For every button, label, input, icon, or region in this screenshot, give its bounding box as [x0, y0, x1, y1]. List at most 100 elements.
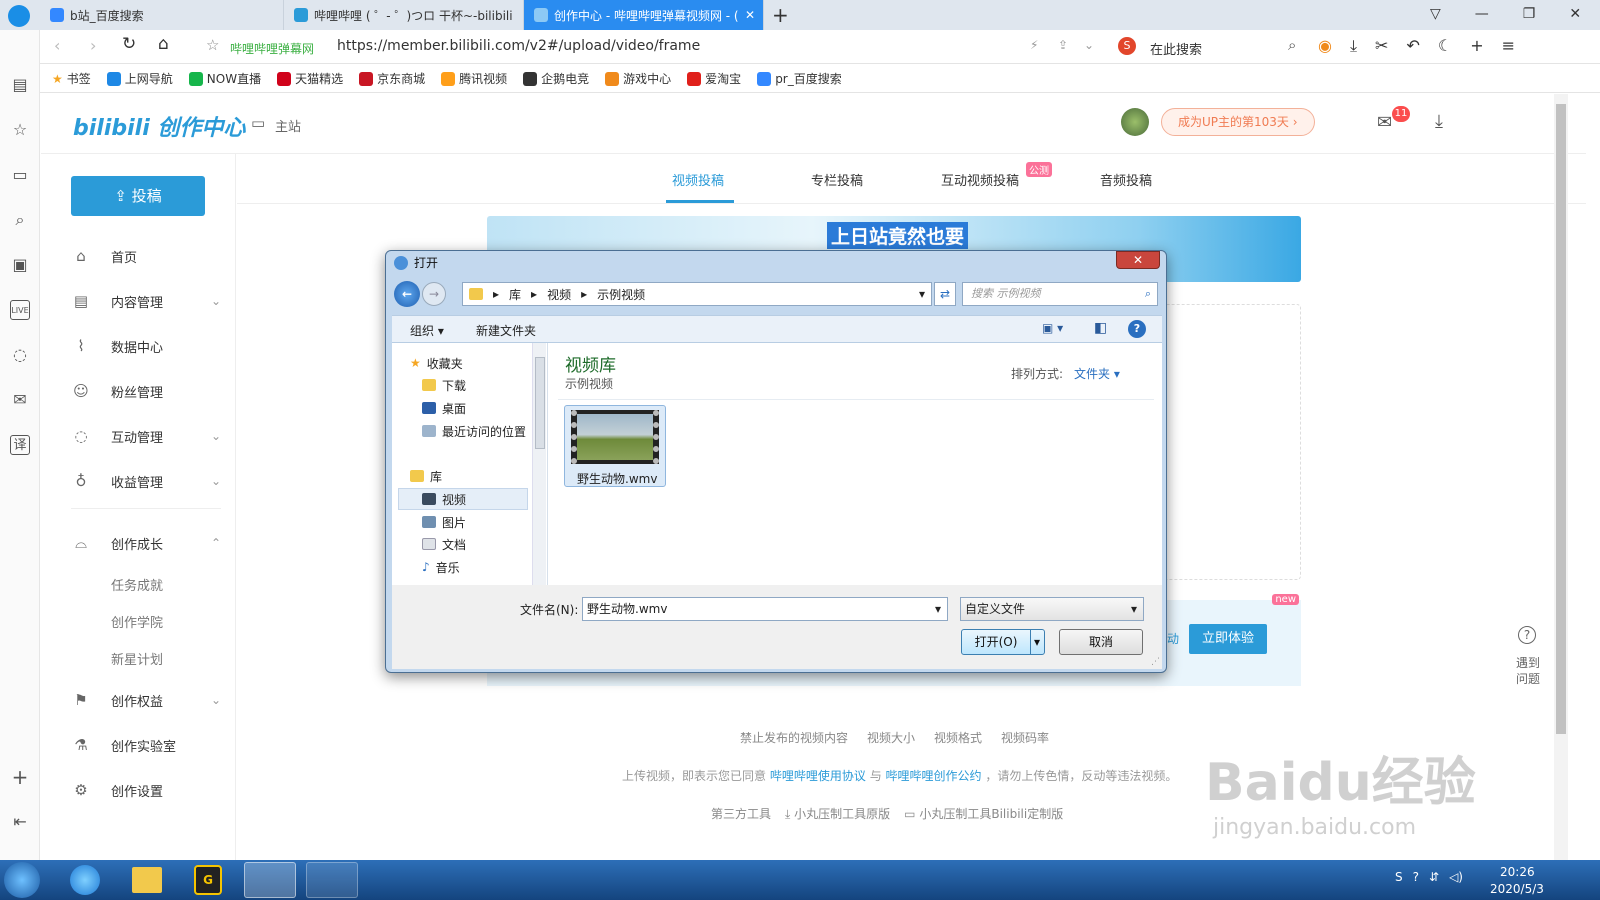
scrollbar-thumb[interactable] [1556, 104, 1566, 734]
footer-link[interactable]: 视频格式 [934, 729, 982, 746]
bookmark-item[interactable]: 腾讯视频 [441, 70, 507, 87]
ie-icon[interactable] [70, 865, 100, 895]
sidebar-subitem-newstar[interactable]: 新星计划 [111, 649, 163, 668]
tab-interactive-upload[interactable]: 互动视频投稿 [941, 170, 1019, 189]
sidebar-item-home[interactable]: ⌂ 首页 [71, 244, 221, 268]
pin-icon[interactable]: ▽ [1430, 6, 1441, 22]
forward-icon[interactable]: › [90, 36, 96, 55]
dialog-search-input[interactable]: 搜索 示例视频 ⌕ [962, 282, 1158, 306]
user-agreement-link[interactable]: 哔哩哔哩使用协议 [770, 769, 866, 783]
filename-input[interactable]: 野生动物.wmv ▾ [582, 597, 948, 621]
view-options-icon[interactable]: ▣ ▾ [1042, 321, 1063, 335]
sidebar-item-income[interactable]: ♁ 收益管理 ⌄ [71, 469, 222, 493]
footer-link[interactable]: 视频大小 [867, 729, 915, 746]
preview-pane-icon[interactable]: ◧ [1094, 320, 1107, 336]
bookmark-item[interactable]: 上网导航 [106, 70, 173, 87]
organize-menu[interactable]: 组织 ▾ [410, 322, 444, 339]
share-icon[interactable]: ⇪ [1058, 38, 1068, 52]
breadcrumb-item[interactable]: 示例视频 [597, 286, 645, 303]
address-bar[interactable]: https://member.bilibili.com/v2#/upload/v… [337, 38, 700, 54]
scrollbar-thumb[interactable] [535, 357, 545, 449]
nav-libraries[interactable]: 库 [410, 466, 442, 486]
chevron-down-icon[interactable]: ▾ [919, 287, 925, 301]
bookmark-item[interactable]: pr_百度搜索 [757, 70, 842, 87]
bookmark-item[interactable]: NOW直播 [188, 70, 261, 87]
bilibili-logo[interactable]: bilibili 创作中心 [73, 110, 245, 142]
sidebar-item-growth[interactable]: ⌓ 创作成长 ⌃ [71, 531, 221, 555]
nav-pictures[interactable]: 图片 [422, 512, 466, 532]
volume-icon[interactable]: ◁) [1449, 870, 1463, 884]
download-icon[interactable]: ⤓ [1350, 36, 1357, 56]
help-text-line2[interactable]: 问题 [1516, 670, 1540, 687]
sogou-tray-icon[interactable]: S [1395, 870, 1403, 884]
help-tray-icon[interactable]: ? [1413, 870, 1419, 884]
main-site-link[interactable]: 主站 [275, 116, 301, 135]
clock-date[interactable]: 2020/5/3 [1490, 882, 1544, 896]
bookmark-star-icon[interactable]: ☆ [206, 36, 219, 54]
tab-bilibili[interactable]: 哔哩哔哩 ( ゜- ゜)つロ 干杯~-bilibili [284, 0, 524, 30]
network-icon[interactable]: ⇵ [1429, 870, 1439, 884]
forward-icon[interactable]: → [422, 282, 446, 306]
help-text-line1[interactable]: 遇到 [1516, 654, 1540, 671]
close-window-icon[interactable]: ✕ [1569, 6, 1581, 22]
file-explorer-icon[interactable] [132, 867, 162, 893]
browser-logo-icon[interactable] [8, 5, 30, 27]
game-icon[interactable]: ◉ [1318, 36, 1332, 56]
up-days-badge[interactable]: 成为UP主的第103天 › [1161, 108, 1315, 136]
collapse-rail-icon[interactable]: ⇤ [10, 812, 30, 832]
bookmark-item[interactable]: 爱淘宝 [687, 70, 741, 87]
news-icon[interactable]: ▤ [10, 75, 30, 95]
breadcrumb-item[interactable]: 视频 [547, 286, 571, 303]
file-item-selected[interactable]: 野生动物.wmv [564, 405, 666, 487]
sidebar-item-interaction[interactable]: ◌ 互动管理 ⌄ [71, 424, 221, 448]
upload-button[interactable]: ⇪ 投稿 [71, 176, 205, 216]
bookmark-item[interactable]: 京东商城 [359, 70, 425, 87]
nav-videos[interactable]: 视频 [422, 489, 466, 509]
download-icon[interactable]: ⤓ [1435, 111, 1443, 132]
sidebar-item-rights[interactable]: ⚑ 创作权益 ⌄ [71, 688, 221, 712]
chat-icon[interactable]: ◌ [10, 345, 30, 365]
open-button[interactable]: 打开(O) ▾ [961, 629, 1045, 655]
search-field[interactable]: 在此搜索 [1150, 39, 1202, 58]
tool-link-bilibili[interactable]: ▭ 小丸压制工具Bilibili定制版 [904, 805, 1063, 822]
sidebar-subitem-academy[interactable]: 创作学院 [111, 612, 163, 631]
chevron-down-icon[interactable]: ⌄ [1084, 38, 1094, 52]
back-icon[interactable]: ← [394, 281, 420, 307]
bookmark-item[interactable]: 企鹅电竞 [523, 70, 589, 87]
nav-downloads[interactable]: 下载 [422, 375, 466, 395]
dialog-breadcrumb[interactable]: ▸ 库 ▸ 视频 ▸ 示例视频 ▾ [462, 282, 932, 306]
night-mode-icon[interactable]: ☾ [1438, 36, 1452, 56]
bookmark-favorites[interactable]: ★ 书签 [52, 70, 91, 87]
translate-icon[interactable]: 译 [10, 435, 30, 455]
undo-icon[interactable]: ↶ [1406, 36, 1419, 56]
app-g-icon[interactable]: G [194, 865, 222, 895]
plus-icon[interactable]: + [1470, 36, 1483, 56]
try-now-button[interactable]: 立即体验 [1189, 624, 1267, 654]
home-icon[interactable]: ⌂ [158, 34, 169, 54]
nav-desktop[interactable]: 桌面 [422, 398, 466, 418]
start-button[interactable] [4, 862, 40, 898]
sidebar-item-settings[interactable]: ⚙ 创作设置 [71, 778, 221, 802]
footer-link[interactable]: 禁止发布的视频内容 [740, 729, 848, 746]
resize-grip-icon[interactable]: ⋰ [1151, 657, 1160, 667]
menu-icon[interactable]: ≡ [1502, 36, 1515, 56]
clock-time[interactable]: 20:26 [1500, 865, 1535, 879]
bookmark-item[interactable]: 天猫精选 [277, 70, 343, 87]
mail-box-icon[interactable]: ✉ [10, 390, 30, 410]
cancel-button[interactable]: 取消 [1059, 629, 1143, 655]
lightning-icon[interactable]: ⚡ [1030, 38, 1038, 52]
nav-favorites[interactable]: ★ 收藏夹 [410, 353, 463, 373]
back-icon[interactable]: ‹ [54, 36, 60, 55]
dialog-close-button[interactable]: ✕ [1116, 251, 1160, 269]
bookmark-item[interactable]: 游戏中心 [605, 70, 671, 87]
help-icon[interactable]: ? [1128, 320, 1146, 338]
sort-dropdown[interactable]: 文件夹 ▾ [1074, 365, 1120, 382]
add-icon[interactable]: + [10, 767, 30, 787]
minimize-icon[interactable]: — [1475, 6, 1489, 22]
browser-taskbar-icon[interactable] [244, 862, 296, 898]
nav-music[interactable]: ♪ 音乐 [422, 557, 460, 577]
tab-article-upload[interactable]: 专栏投稿 [811, 170, 863, 189]
star-icon[interactable]: ☆ [10, 120, 30, 140]
new-tab-icon[interactable]: + [772, 3, 789, 27]
chevron-down-icon[interactable]: ▾ [935, 598, 941, 620]
